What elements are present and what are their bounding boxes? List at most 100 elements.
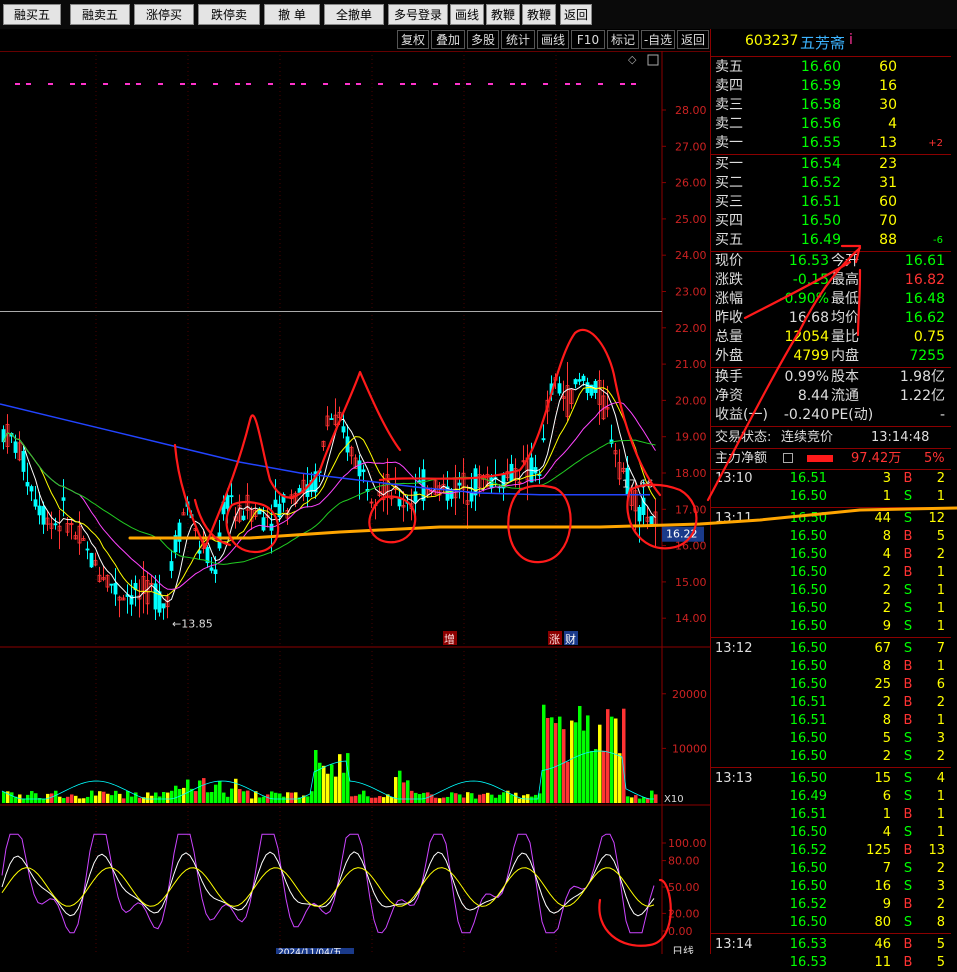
tick-count: 6: [936, 677, 945, 692]
quote-row: 昨收 16.68 均价 16.62: [711, 309, 957, 328]
signal-dot: [488, 83, 493, 85]
book-price: 16.50: [800, 213, 841, 229]
tick-price: 16.51: [789, 713, 827, 728]
toolbar-button[interactable]: 多号登录: [388, 4, 448, 25]
toolbar-button[interactable]: 返回: [560, 4, 592, 25]
toolbar-button[interactable]: 画线: [450, 4, 484, 25]
volume-bar: [570, 720, 574, 803]
chart-toolbar-button[interactable]: 画线: [537, 30, 569, 49]
volume-bar: [94, 795, 98, 803]
tick-row: 16.50 80 S 8: [711, 914, 957, 932]
tick-count: 7: [936, 641, 945, 656]
tick-count: 1: [936, 825, 945, 840]
candle-body: [593, 380, 598, 393]
tick-price: 16.51: [789, 695, 827, 710]
tick-volume: 8: [882, 529, 891, 544]
volume-bar: [118, 793, 122, 803]
book-row: 卖五 16.60 60: [711, 58, 957, 77]
volume-bar: [390, 796, 394, 803]
chart-toolbar-button[interactable]: 统计: [501, 30, 535, 49]
book-label: 买一: [715, 156, 743, 172]
volume-bar: [350, 796, 354, 803]
toolbar-button[interactable]: 教鞭A: [486, 4, 520, 43]
kline-chart[interactable]: 28.00 27.00 26.00 25.00 24.00 23.00 22.00 21.00…: [0, 51, 710, 954]
divider: [711, 426, 951, 427]
tick-side: S: [903, 915, 913, 930]
volume-bar: [610, 716, 614, 803]
tick-row: 16.50 4 S 1: [711, 824, 957, 842]
signal-dot: [246, 83, 251, 85]
tick-time: 13:13: [715, 771, 753, 786]
tick-row: 13:10 16.51 3 B 2: [711, 470, 957, 488]
tick-side: B: [903, 897, 913, 912]
tick-row: 16.52 9 B 2: [711, 896, 957, 914]
volume-bar: [342, 772, 346, 803]
quote-label: 昨收: [715, 310, 743, 326]
tick-count: 1: [936, 713, 945, 728]
book-label: 卖一: [715, 135, 743, 151]
quote-row: 外盘 4799 内盘 7255: [711, 347, 957, 366]
tick-price: 16.50: [789, 511, 827, 526]
tick-row: 16.50 16 S 3: [711, 878, 957, 896]
toolbar-button[interactable]: 融买五: [3, 4, 61, 25]
volume-bar: [462, 797, 466, 803]
volume-bar: [574, 722, 578, 803]
chart-toolbar-button[interactable]: 多股: [467, 30, 499, 49]
window-button: [647, 54, 659, 66]
quote-value: 7255: [909, 348, 945, 364]
toolbar-button[interactable]: 涨停买: [134, 4, 194, 25]
chart-toolbar-button[interactable]: 标记: [607, 30, 639, 49]
stat-label: PE(动): [831, 407, 874, 423]
volume-bar: [546, 717, 550, 803]
tick-list[interactable]: 13:10 16.51 3 B 2 16.50 1 S 1 13:11 16.50 44 S 12 16.5…: [711, 470, 957, 970]
toolbar-button[interactable]: 跌停卖: [198, 4, 260, 25]
period-label: 日线: [672, 944, 694, 954]
volume-bar: [138, 797, 142, 803]
candle-body: [573, 379, 578, 385]
volume-tick-label: 10000: [672, 742, 707, 755]
quote-value: -0.90%: [779, 291, 829, 307]
candle-body: [53, 523, 58, 526]
tick-volume: 80: [874, 915, 891, 930]
volume-bar: [602, 750, 606, 803]
volume-bar: [102, 791, 106, 803]
indicator-tick-label: 80.00: [668, 855, 700, 868]
chart-toolbar-button[interactable]: 返回: [677, 30, 709, 49]
chart-icon[interactable]: [783, 453, 793, 463]
low-price-label: ←13.85: [172, 618, 213, 631]
tick-time: 13:11: [715, 511, 753, 526]
trade-status-row: 交易状态: 连续竞价 13:14:48: [715, 430, 930, 445]
toolbar-button[interactable]: 教鞭B: [522, 4, 556, 43]
book-price: 16.56: [800, 116, 841, 132]
price-tick-label: 14.00: [675, 612, 707, 625]
flow-bar: [807, 455, 833, 462]
candle-body: [41, 506, 46, 525]
signal-dot: [466, 83, 471, 85]
chart-toolbar-button[interactable]: 复权: [397, 30, 429, 49]
toolbar-button[interactable]: 融卖五: [70, 4, 130, 25]
tick-count: 2: [936, 749, 945, 764]
high-price-label: 17.66: [622, 477, 654, 490]
volume-bar: [370, 797, 374, 803]
tick-price: 16.50: [789, 879, 827, 894]
chart-toolbar-button[interactable]: F10: [571, 30, 605, 49]
toolbar-button[interactable]: 全撤单: [324, 4, 384, 25]
fundamental-stats: 换手 0.99% 股本 1.98亿 净资 8.44 流通 1.22亿 收益(一) -0.240 PE…: [711, 368, 957, 425]
tick-volume: 4: [882, 547, 891, 562]
divider: [711, 507, 951, 508]
volume-bar: [450, 792, 454, 803]
signal-dot: [15, 83, 20, 85]
tick-volume: 2: [882, 749, 891, 764]
book-price: 16.58: [800, 97, 841, 113]
book-row: 卖一 16.55 13 +2: [711, 134, 957, 153]
chart-toolbar-button[interactable]: -自选: [641, 30, 675, 49]
chart-toolbar-button[interactable]: 叠加: [431, 30, 465, 49]
volume-bar: [322, 765, 326, 803]
toolbar-button[interactable]: 撤 单: [264, 4, 320, 25]
stat-value: 1.98亿: [899, 369, 945, 385]
tick-row: 16.50 5 S 3: [711, 730, 957, 748]
volume-bar: [286, 792, 290, 803]
info-icon[interactable]: i: [849, 32, 853, 48]
tick-row: 16.50 7 S 2: [711, 860, 957, 878]
quote-row: 总量 12054 量比 0.75: [711, 328, 957, 347]
